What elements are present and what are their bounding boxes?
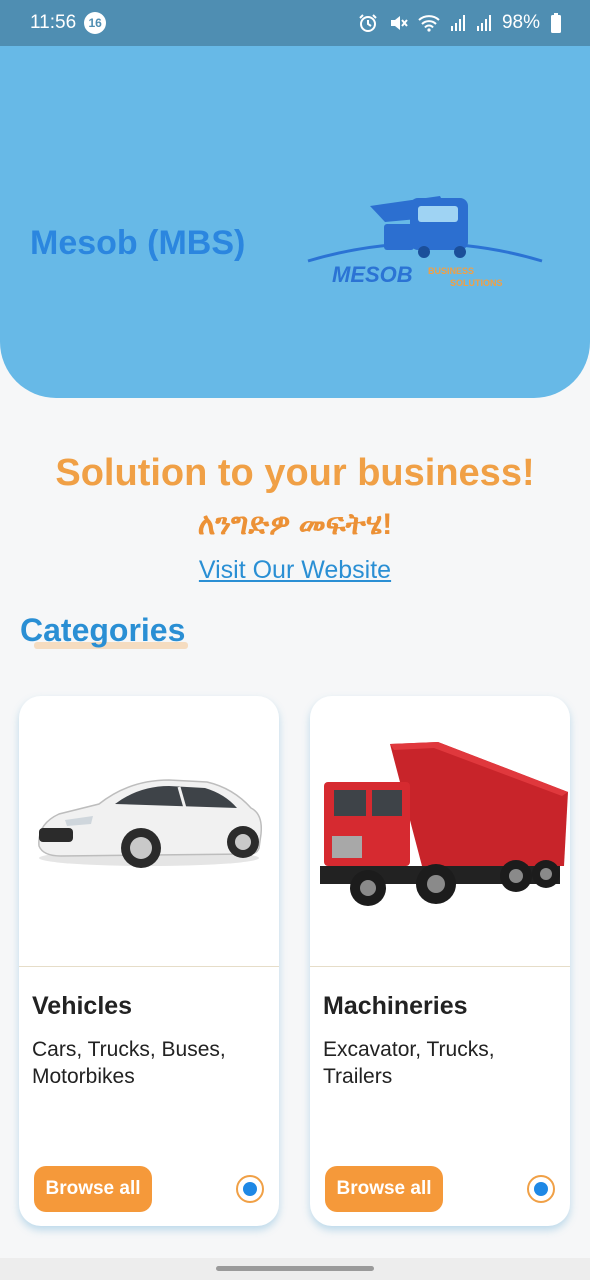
status-bar: 11:56 16 98% (0, 0, 590, 46)
card-title: Vehicles (32, 992, 133, 1020)
battery-icon (550, 13, 562, 33)
browse-all-button[interactable]: Browse all (34, 1166, 152, 1212)
card-description: Cars, Trucks, Buses, Motorbikes (32, 1038, 226, 1088)
home-indicator[interactable] (216, 1266, 374, 1271)
logo-text: MESOB (332, 262, 413, 287)
browse-all-button[interactable]: Browse all (325, 1166, 443, 1212)
visit-website-link[interactable]: Visit Our Website (0, 556, 590, 585)
notification-badge: 16 (84, 12, 107, 34)
card-title: Machineries (323, 992, 468, 1020)
hero-header: Mesob (MBS) MESOB BUSINESS SOLUTIONS (0, 46, 590, 398)
card-description: Excavator, Trucks, Trailers (323, 1038, 495, 1088)
car-image (38, 779, 263, 868)
mesob-logo: MESOB BUSINESS SOLUTIONS (307, 196, 543, 288)
signal-icon (450, 14, 466, 32)
status-time: 11:56 (30, 12, 77, 33)
signal-icon (476, 14, 492, 32)
alarm-icon (358, 13, 378, 33)
mute-icon (388, 13, 408, 33)
radio-dot (243, 1182, 257, 1196)
radio-dot (534, 1182, 548, 1196)
card-divider (310, 966, 570, 967)
tagline-amharic: ለንግድዎ መፍትሄ! (197, 508, 393, 541)
wifi-icon (418, 14, 440, 32)
battery-level: 98% (501, 12, 540, 33)
category-card-machineries[interactable]: Machineries Excavator, Trucks, Trailers … (310, 696, 570, 1226)
logo-subtext-1: BUSINESS (428, 266, 474, 276)
select-radio[interactable] (527, 1175, 555, 1203)
tagline-english: Solution to your business! (55, 452, 535, 494)
status-right: 98% (358, 12, 562, 34)
category-card-vehicles[interactable]: Vehicles Cars, Trucks, Buses, Motorbikes… (19, 696, 279, 1226)
card-divider (19, 966, 279, 967)
logo-subtext-2: SOLUTIONS (450, 278, 503, 288)
app-name: Mesob (MBS) (30, 224, 246, 262)
dump-truck-image (320, 742, 568, 906)
categories-title: Categories (20, 612, 186, 648)
select-radio[interactable] (236, 1175, 264, 1203)
status-left: 11:56 16 (30, 12, 107, 34)
